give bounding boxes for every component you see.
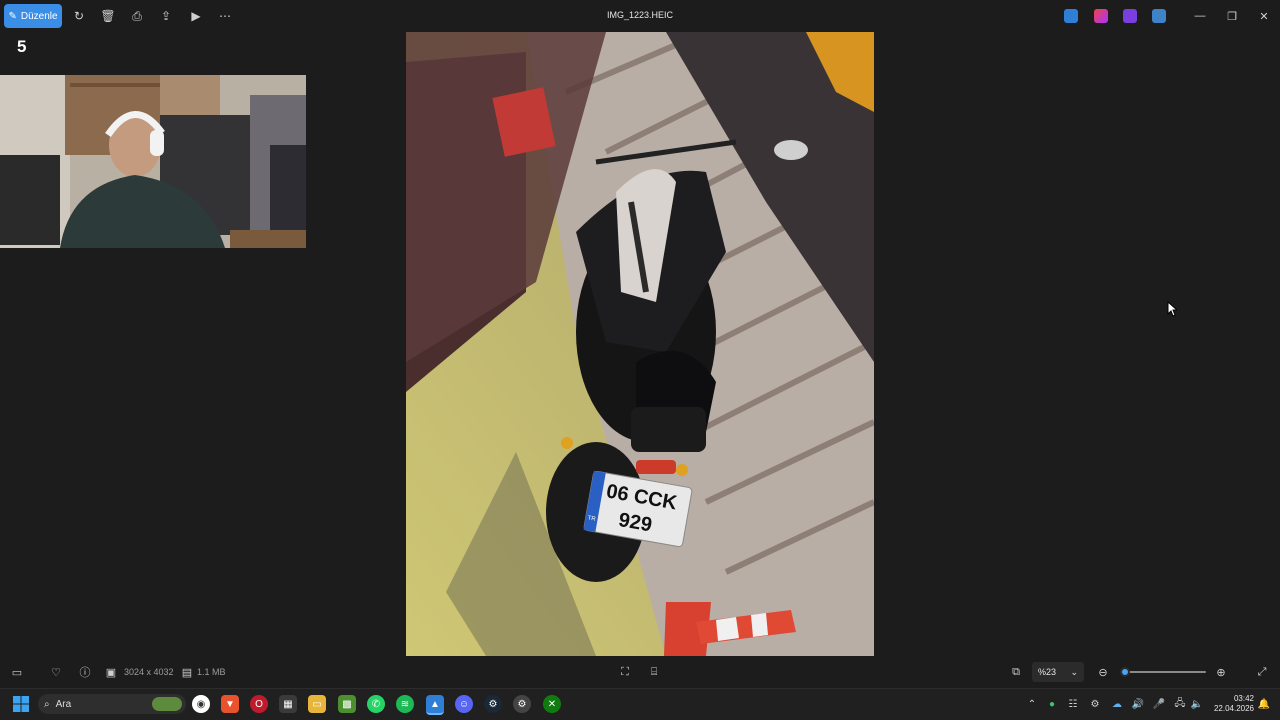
edit-button[interactable]: ✎ Düzenle — [4, 4, 62, 28]
zoom-out-icon[interactable]: ⊖ — [1095, 664, 1111, 680]
zoom-dropdown[interactable]: %23 ⌄ — [1032, 662, 1084, 682]
select-region-icon[interactable]: ⛶ — [617, 664, 633, 680]
photos-editor-icon[interactable] — [1064, 9, 1078, 23]
chrome-icon[interactable]: ◉ — [192, 695, 210, 713]
text-scan-icon[interactable]: ⌸ — [646, 664, 662, 680]
search-label: Ara — [55, 698, 72, 710]
network-icon[interactable]: 🖧 — [1173, 697, 1187, 711]
taskbar-search[interactable]: ⌕ Ara — [38, 694, 186, 714]
dimensions-icon: ▣ — [105, 666, 117, 679]
chevron-down-icon: ⌄ — [1070, 666, 1078, 677]
actual-size-icon[interactable]: ⧉ — [1008, 664, 1024, 680]
zoom-slider[interactable] — [1120, 667, 1206, 677]
steam-icon[interactable]: ⚙ — [484, 695, 502, 713]
more-icon[interactable]: ⋯ — [217, 8, 233, 24]
photos-app-icon[interactable]: ▲ — [426, 695, 444, 715]
clock-time: 03:42 — [1233, 694, 1254, 703]
image-dimensions: 3024 x 4032 — [124, 667, 174, 677]
microphone-icon[interactable]: 🎤 — [1152, 697, 1166, 711]
search-icon: ⌕ — [44, 698, 50, 710]
file-size-icon: ▤ — [181, 666, 193, 679]
windows-start-icon[interactable] — [13, 696, 29, 712]
edit-button-label: Düzenle — [20, 10, 58, 22]
settings-icon[interactable]: ⚙ — [513, 695, 531, 713]
designer-icon[interactable] — [1094, 9, 1108, 23]
close-icon[interactable]: ✕ — [1254, 8, 1274, 24]
photo-viewer-image[interactable]: TR 06 CCK 929 — [406, 32, 874, 656]
xbox-icon[interactable]: ✕ — [543, 695, 561, 713]
whatsapp-icon[interactable]: ✆ — [367, 695, 385, 713]
slideshow-icon[interactable]: ▶ — [188, 8, 204, 24]
taskbar-clock[interactable]: 03:42 22.04.2026 — [1208, 694, 1254, 714]
stream-counter: 5 — [17, 37, 27, 56]
brave-icon[interactable]: ▼ — [221, 695, 239, 713]
volume-icon[interactable]: 🔊 — [1131, 697, 1145, 711]
zoom-track — [1122, 671, 1206, 673]
favorite-icon[interactable]: ♡ — [48, 664, 64, 680]
minecraft-icon[interactable]: ▩ — [338, 695, 356, 713]
zoom-in-icon[interactable]: ⊕ — [1213, 664, 1229, 680]
restore-icon[interactable]: ❐ — [1222, 8, 1242, 24]
discord-icon[interactable]: ☺ — [455, 695, 473, 713]
search-highlight-icon — [152, 697, 182, 711]
chevron-up-icon[interactable]: ⌃ — [1025, 697, 1039, 711]
speaker-icon[interactable]: 🔈 — [1190, 697, 1204, 711]
clock-date: 22.04.2026 — [1213, 704, 1254, 713]
fullscreen-icon[interactable]: ⤢ — [1254, 664, 1270, 680]
rotate-icon[interactable]: ↻ — [71, 8, 87, 24]
status-dot-icon[interactable]: ● — [1045, 697, 1059, 711]
onedrive-icon[interactable] — [1152, 9, 1166, 23]
share-icon[interactable]: ⇪ — [158, 8, 174, 24]
webcam-overlay — [0, 75, 306, 248]
tray-app-icon[interactable]: ☷ — [1066, 697, 1080, 711]
file-title: IMG_1223.HEIC — [606, 10, 674, 20]
print-icon[interactable]: ⎙ — [129, 8, 145, 24]
file-explorer-icon[interactable]: ▭ — [308, 695, 326, 713]
cloud-tray-icon[interactable]: ☁ — [1110, 697, 1124, 711]
edit-icon: ✎ — [8, 10, 17, 22]
delete-icon[interactable]: 🗑 — [100, 8, 116, 24]
spotify-icon[interactable]: ≋ — [396, 695, 414, 713]
clipchamp-icon[interactable] — [1123, 9, 1137, 23]
mouse-cursor-icon — [1167, 301, 1177, 317]
file-size: 1.1 MB — [197, 667, 226, 677]
minimize-icon[interactable]: — — [1190, 8, 1210, 24]
store-icon[interactable]: ▦ — [279, 695, 297, 713]
opera-icon[interactable]: O — [250, 695, 268, 713]
steam-tray-icon[interactable]: ⚙ — [1088, 697, 1102, 711]
filmstrip-icon[interactable]: ▭ — [9, 664, 25, 680]
zoom-value: %23 — [1038, 667, 1057, 677]
info-icon[interactable]: ⓘ — [77, 664, 93, 680]
notification-icon[interactable]: 🔔 — [1257, 697, 1271, 711]
